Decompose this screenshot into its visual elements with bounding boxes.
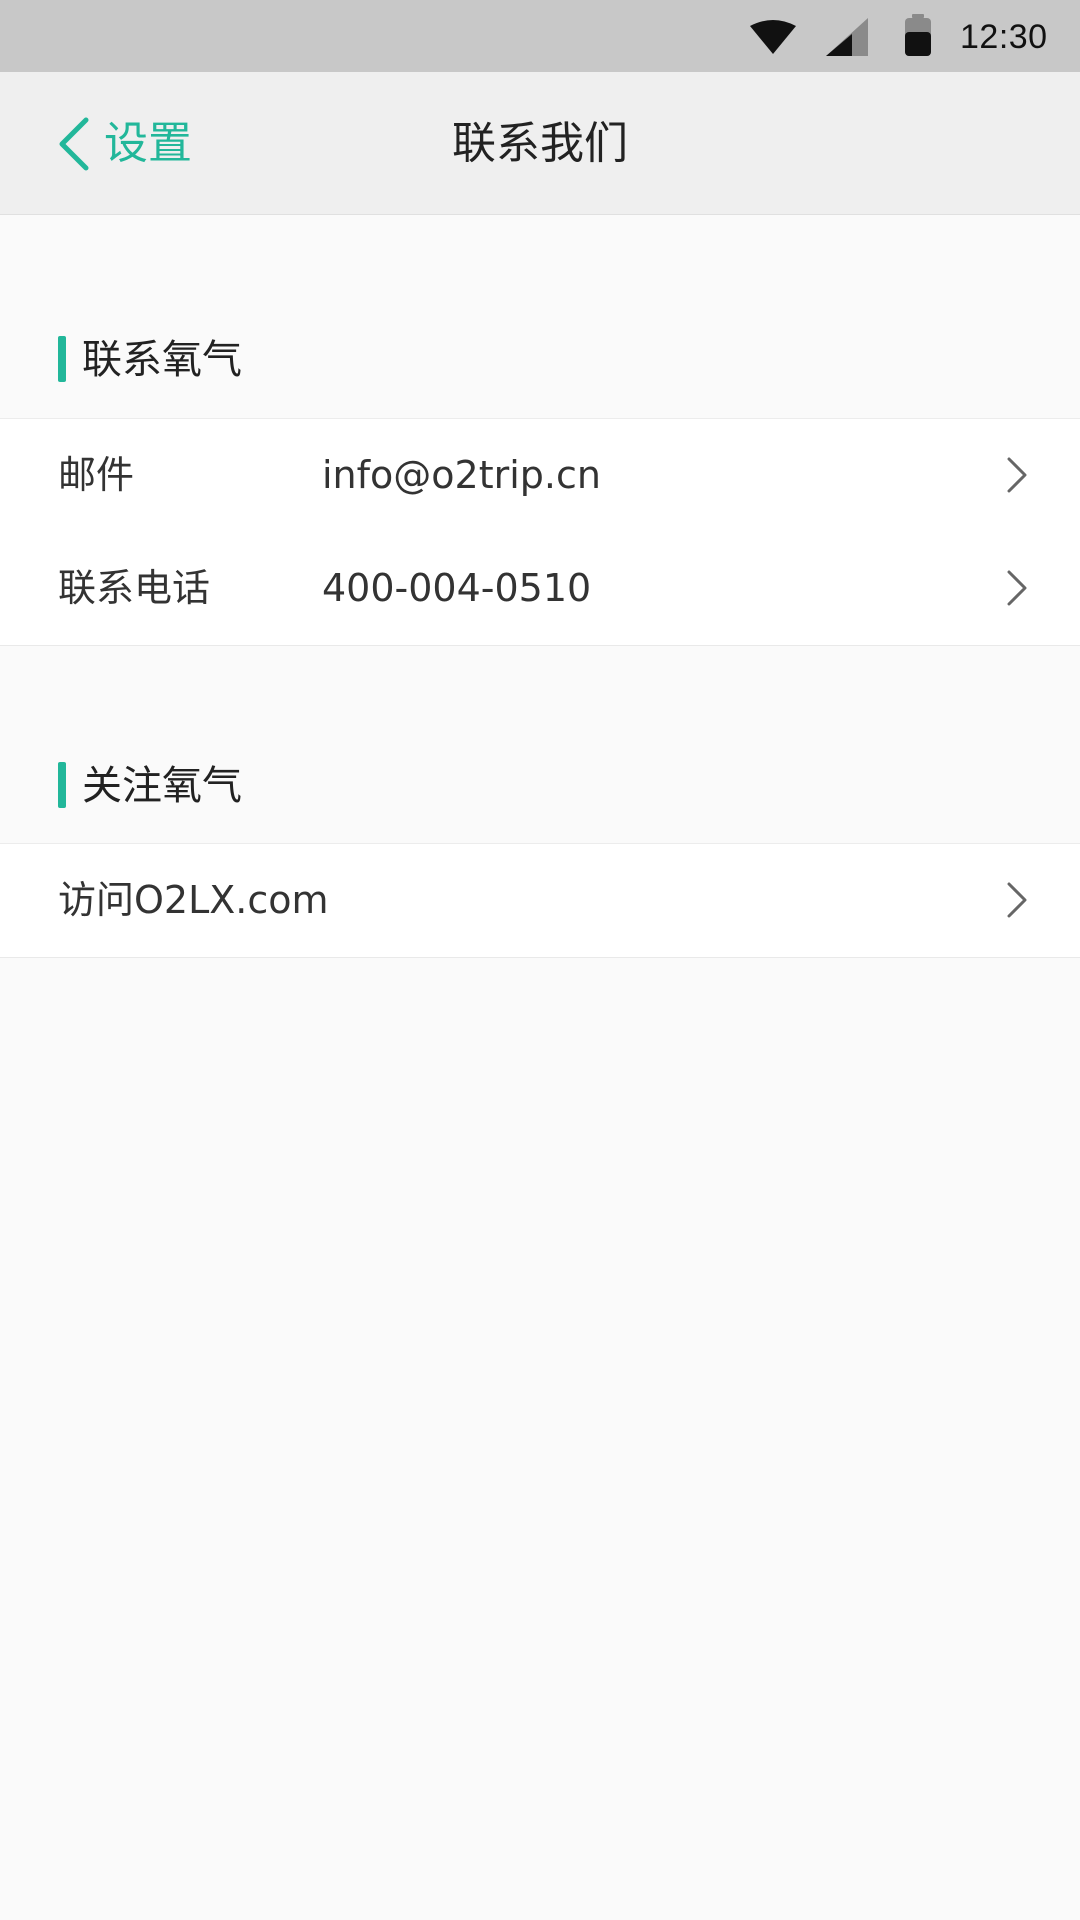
status-bar: 12:30 bbox=[0, 0, 1080, 72]
status-time: 12:30 bbox=[960, 18, 1048, 56]
section-title: 关注氧气 bbox=[82, 763, 242, 809]
website-row[interactable]: 访问O2LX.com bbox=[0, 843, 1080, 958]
chevron-right-icon bbox=[1007, 882, 1027, 918]
chevron-right-icon bbox=[1007, 570, 1027, 606]
email-value: info@o2trip.cn bbox=[322, 453, 601, 497]
email-row[interactable]: 邮件 info@o2trip.cn bbox=[0, 418, 1080, 533]
row-label: 联系电话 bbox=[58, 566, 211, 610]
wifi-icon bbox=[750, 20, 796, 54]
section-accent-bar bbox=[58, 762, 66, 808]
section-title: 联系氧气 bbox=[82, 337, 242, 383]
website-link-label: 访问O2LX.com bbox=[58, 878, 329, 922]
section-header-contact: 联系氧气 bbox=[0, 330, 1080, 390]
phone-row[interactable]: 联系电话 400-004-0510 bbox=[0, 532, 1080, 646]
section-accent-bar bbox=[58, 336, 66, 382]
battery-icon bbox=[905, 14, 931, 56]
page-title: 联系我们 bbox=[452, 118, 628, 169]
section-header-follow: 关注氧气 bbox=[0, 756, 1080, 816]
row-label: 邮件 bbox=[58, 453, 135, 497]
chevron-right-icon bbox=[1007, 457, 1027, 493]
cell-signal-icon bbox=[826, 18, 868, 56]
phone-value: 400-004-0510 bbox=[322, 566, 592, 610]
navigation-bar: 设置 联系我们 bbox=[0, 72, 1080, 215]
